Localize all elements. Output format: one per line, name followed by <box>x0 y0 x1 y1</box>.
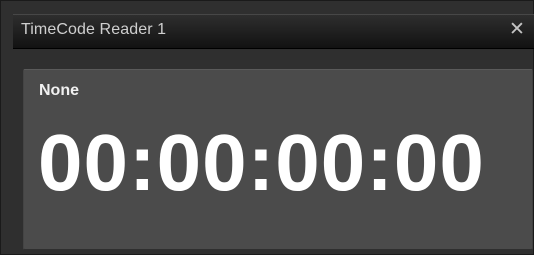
timecode-panel: None 00:00:00:00 <box>23 69 533 250</box>
timecode-reader-window: TimeCode Reader 1 ✕ None 00:00:00:00 <box>0 0 534 255</box>
timecode-display: 00:00:00:00 <box>38 118 485 207</box>
window-title: TimeCode Reader 1 <box>21 21 167 38</box>
title-bar[interactable]: TimeCode Reader 1 ✕ <box>13 14 534 49</box>
timecode-source-label: None <box>39 82 79 99</box>
close-icon[interactable]: ✕ <box>508 20 526 39</box>
